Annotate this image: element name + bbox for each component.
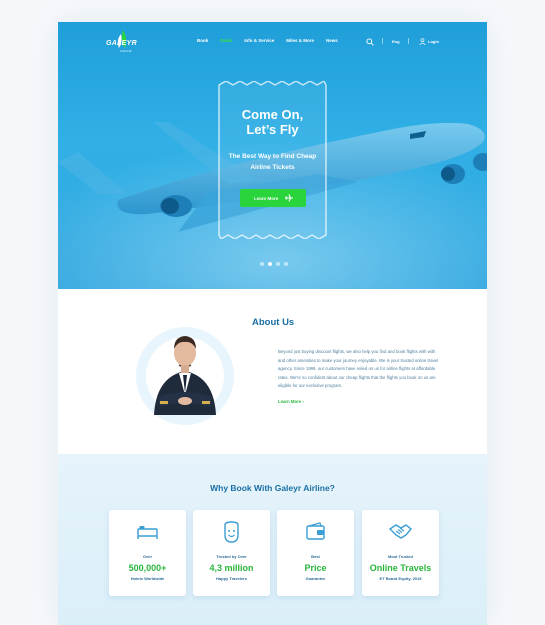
nav-item-miles-more[interactable]: Miles & More: [286, 38, 314, 43]
nav-item-book[interactable]: Book: [197, 38, 208, 43]
handshake-icon: [388, 524, 412, 539]
nav-divider: [408, 38, 409, 44]
page-frame: GALEYR AIRLINE Book Deals Info & Service…: [58, 22, 487, 625]
smiley-icon: [224, 521, 239, 543]
nav-divider: [382, 38, 383, 44]
hero-learn-more-button[interactable]: Learn More: [240, 189, 306, 207]
about-title: About Us: [252, 317, 295, 328]
card-stat: 500,000+: [128, 563, 167, 573]
airplane-icon: [285, 194, 293, 202]
bed-icon: [137, 526, 158, 539]
login-link[interactable]: Login: [428, 39, 439, 44]
hero-subtitle-line-1: The Best Way to Find Cheap: [228, 153, 317, 160]
card-stat: Price: [304, 563, 327, 573]
card-caption-top: Most Trusted: [388, 554, 413, 559]
main-nav: Book Deals Info & Service Miles & More N…: [197, 38, 350, 43]
search-icon[interactable]: [366, 38, 374, 46]
user-icon[interactable]: [419, 38, 426, 45]
hero-subtitle: The Best Way to Find Cheap Airline Ticke…: [216, 151, 329, 173]
card-caption-top: Over: [142, 554, 153, 559]
learn-more-label: Learn More: [254, 195, 279, 201]
card-stat: 4,3 million: [209, 563, 254, 573]
hero-title-line-1: Come On,: [241, 107, 304, 122]
card-caption-bottom: ET Brand Equity, 2015: [379, 576, 422, 581]
feature-card-hotels: Over 500,000+ Hotels Worldwide: [109, 510, 186, 596]
brand-tagline: AIRLINE: [120, 49, 132, 53]
card-caption-bottom: Guarantee: [305, 576, 326, 581]
nav-item-info-service[interactable]: Info & Service: [244, 38, 274, 43]
why-title: Why Book With Galeyr Airline?: [210, 483, 335, 493]
hero-subtitle-line-2: Airline Tickets: [250, 164, 295, 171]
feature-card-price: Best Price Guarantee: [277, 510, 354, 596]
carousel-dots: [260, 262, 288, 266]
hero-section: GALEYR AIRLINE Book Deals Info & Service…: [58, 22, 487, 289]
feature-card-trusted: Most Trusted Online Travels ET Brand Equ…: [362, 510, 439, 596]
card-caption-top: Best: [311, 554, 320, 559]
about-learn-more-link[interactable]: Learn More ›: [278, 399, 304, 404]
language-selector[interactable]: Eng: [392, 39, 400, 44]
carousel-dot[interactable]: [276, 262, 280, 266]
pilot-photo: [154, 336, 216, 415]
hero-title: Come On, Let’s Fly: [216, 107, 329, 137]
carousel-dot[interactable]: [260, 262, 264, 266]
nav-item-deals[interactable]: Deals: [220, 38, 232, 43]
feature-card-travelers: Trusted by Over 4,3 million Happy Travel…: [193, 510, 270, 596]
carousel-dot-active[interactable]: [268, 262, 272, 266]
card-stat: Online Travels: [369, 563, 432, 573]
nav-item-news[interactable]: News: [326, 38, 338, 43]
card-caption-top: Trusted by Over: [216, 554, 247, 559]
carousel-dot[interactable]: [284, 262, 288, 266]
about-paragraph: Beyond just buying discount flights, we …: [278, 349, 438, 389]
card-caption-bottom: Happy Travelers: [216, 576, 247, 581]
hero-title-line-2: Let’s Fly: [246, 122, 299, 137]
brand-name: GALEYR: [106, 40, 137, 47]
wallet-icon: [306, 522, 325, 540]
card-caption-bottom: Hotels Worldwide: [130, 576, 165, 581]
